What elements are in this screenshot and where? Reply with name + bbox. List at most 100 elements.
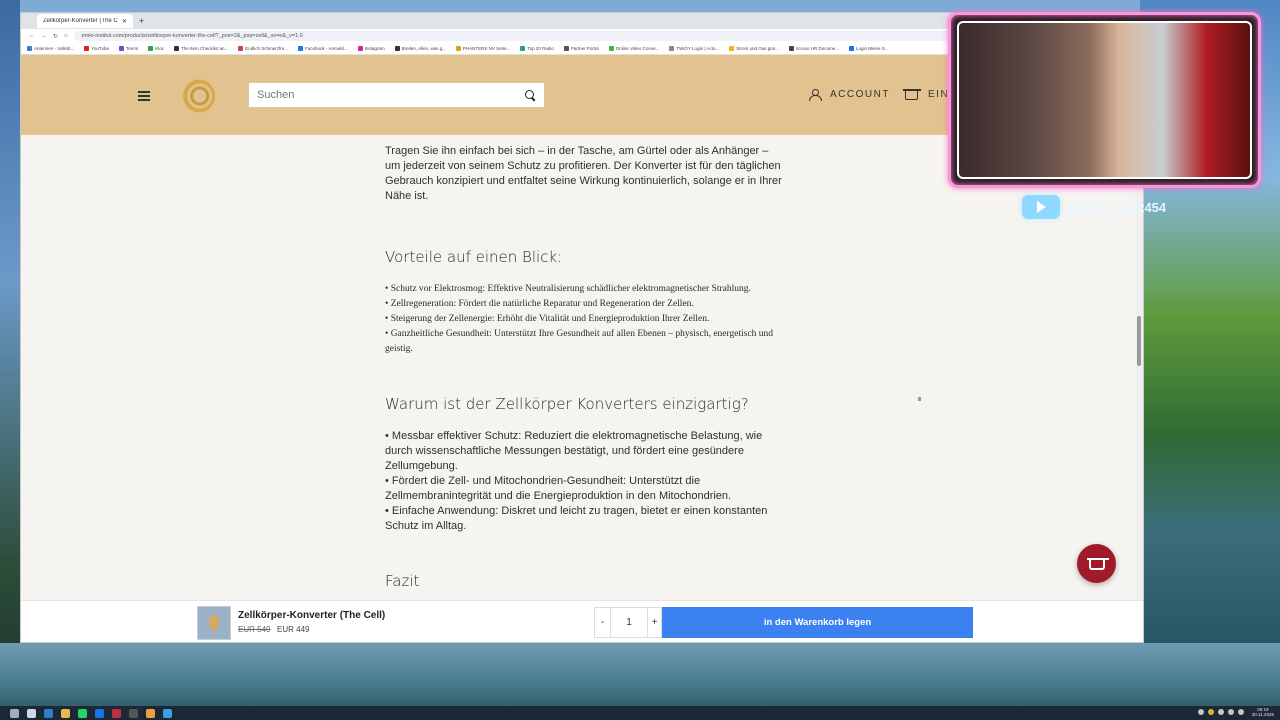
bookmark-icon: [520, 46, 526, 51]
menu-icon[interactable]: [138, 91, 150, 101]
bookmark-item[interactable]: Tenrin: [118, 46, 138, 51]
bookmark-item[interactable]: TWiOY Login | Actu...: [669, 46, 719, 51]
search-icon[interactable]: [10, 708, 19, 718]
bookmark-item[interactable]: Login Meine S...: [849, 46, 889, 51]
address-bar[interactable]: emio-institut.com/products/zellkorper-ko…: [73, 31, 954, 41]
bookmark-icon: [729, 46, 735, 51]
bookmark-icon: [789, 46, 795, 51]
bookmark-icon: [118, 46, 124, 51]
bookmark-icon: [563, 46, 569, 51]
tab-title: Zellkörper-Konverter (The Cell): [43, 18, 118, 24]
scrollbar-thumb[interactable]: [1137, 316, 1141, 366]
bookmark-item[interactable]: scrooo HR Docume...: [789, 46, 839, 51]
quantity-input[interactable]: 1: [611, 608, 647, 637]
webcam-overlay: [948, 12, 1261, 188]
bookmark-icon: [455, 46, 461, 51]
app-icon[interactable]: [129, 708, 138, 718]
product-title: Zellkörper-Konverter (The Cell): [238, 610, 386, 621]
brand-logo[interactable]: [181, 79, 215, 113]
bookmark-item[interactable]: Online Video Conve...: [608, 46, 659, 51]
bookmark-item[interactable]: Instagram: [357, 46, 385, 51]
bookmark-item[interactable]: Top 20 Radio: [520, 46, 554, 51]
list-item: • Schutz vor Elektrosmog: Effektive Neut…: [385, 284, 751, 294]
tab-active[interactable]: Zellkörper-Konverter (The Cell) ✕: [37, 14, 133, 28]
cart-link[interactable]: EIN: [903, 89, 950, 100]
chrome-icon[interactable]: [146, 708, 155, 718]
windows-icon[interactable]: [44, 708, 53, 718]
price-sale: EUR 449: [277, 625, 310, 634]
bookmark-item[interactable]: The Item Checklist an...: [174, 46, 228, 51]
webcam-feed: [957, 21, 1252, 179]
cart-label: EIN: [928, 89, 950, 100]
bookmark-icon: [669, 46, 675, 51]
tray-icon[interactable]: [1197, 709, 1204, 715]
section-heading-benefits: Vorteile auf einen Blick:: [385, 248, 563, 266]
reload-icon[interactable]: ↻: [53, 33, 58, 40]
mouse-cursor: [918, 397, 921, 401]
cart-icon: [1086, 557, 1109, 570]
new-tab-icon[interactable]: +: [139, 16, 144, 26]
bookmark-item[interactable]: Endlich Schmerzfre...: [238, 46, 288, 51]
bookmark-item[interactable]: Breiten, Alles, was g...: [394, 46, 446, 51]
pendant-image: [209, 615, 219, 631]
tray-icon[interactable]: [1217, 709, 1224, 715]
bookmark-icon: [174, 46, 179, 51]
youtube-icon: [1022, 195, 1060, 219]
price-original: EUR 549: [238, 625, 271, 634]
stream-handle-text: @alex_issu2454: [1066, 199, 1167, 215]
bookmark-icon: [27, 46, 32, 51]
app-icon[interactable]: [95, 708, 104, 718]
facebook-icon: [298, 46, 304, 51]
stream-handle: @alex_issu2454: [1022, 195, 1166, 219]
bookmark-item[interactable]: PHANTERS NV Serie...: [455, 46, 510, 51]
forward-icon[interactable]: →: [41, 33, 47, 39]
product-thumbnail: [197, 606, 231, 640]
bookmark-item[interactable]: YouTube: [84, 46, 109, 51]
benefits-list: • Schutz vor Elektrosmog: Effektive Neut…: [385, 282, 785, 357]
search-icon[interactable]: [524, 89, 536, 101]
add-to-cart-button[interactable]: in den Warenkorb legen: [662, 607, 973, 638]
system-tray: 08:19 30.11.2025: [1197, 707, 1274, 717]
bookmark-item[interactable]: Facebook - Anmeld...: [298, 46, 348, 51]
bookmark-item[interactable]: Partner Portal: [563, 46, 599, 51]
list-item: • Zellregeneration: Fördert die natürlic…: [385, 299, 694, 309]
back-icon[interactable]: ←: [29, 33, 35, 39]
sticky-add-to-cart-bar: Zellkörper-Konverter (The Cell) EUR 549 …: [21, 600, 1143, 642]
whatsapp-icon[interactable]: [78, 708, 87, 718]
bookmark-icon: [148, 46, 154, 51]
unique-list: • Messbar effektiver Schutz: Reduziert d…: [385, 429, 785, 534]
home-icon[interactable]: ⌂: [64, 33, 68, 39]
bookmark-item[interactable]: Strom und Gas gün...: [729, 46, 779, 51]
bookmark-icon: [238, 46, 244, 51]
tab-close-icon[interactable]: ✕: [122, 18, 127, 25]
file-explorer-icon[interactable]: [61, 708, 70, 718]
list-item: • Einfache Anwendung: Diskret und leicht…: [385, 505, 768, 532]
account-link[interactable]: ACCOUNT: [809, 89, 890, 101]
search-form: [248, 82, 545, 108]
desktop-wallpaper-bottom: [0, 643, 1280, 706]
bookmark-icon: [608, 46, 614, 51]
bookmark-icon: [394, 46, 400, 51]
app-icon[interactable]: [112, 708, 121, 718]
bookmark-item[interactable]: Antennen - Volksb...: [27, 46, 74, 51]
quantity-stepper: - 1 +: [594, 607, 662, 638]
search-input[interactable]: [257, 89, 524, 101]
intro-paragraph: Tragen Sie ihn einfach bei sich – in der…: [385, 145, 782, 202]
task-view-icon[interactable]: [27, 708, 36, 718]
product-description: Tragen Sie ihn einfach bei sich – in der…: [385, 144, 785, 590]
volume-icon[interactable]: [1237, 709, 1244, 715]
clock[interactable]: 08:19 30.11.2025: [1252, 707, 1274, 717]
cart-icon: [903, 89, 921, 100]
tray-icon[interactable]: [1207, 709, 1214, 715]
bookmark-item[interactable]: Kloc: [148, 46, 164, 51]
list-item: • Steigerung der Zellenergie: Erhöht die…: [385, 314, 710, 324]
bookmark-icon: [849, 46, 855, 51]
app-icon[interactable]: [163, 708, 172, 718]
clock-date: 30.11.2025: [1251, 712, 1274, 717]
account-label: ACCOUNT: [830, 89, 890, 100]
wifi-icon[interactable]: [1227, 709, 1234, 715]
quantity-increase-button[interactable]: +: [647, 608, 661, 637]
quantity-decrease-button[interactable]: -: [595, 608, 611, 637]
floating-cart-button[interactable]: [1077, 544, 1116, 583]
list-item: • Fördert die Zell- und Mitochondrien-Ge…: [385, 475, 732, 502]
